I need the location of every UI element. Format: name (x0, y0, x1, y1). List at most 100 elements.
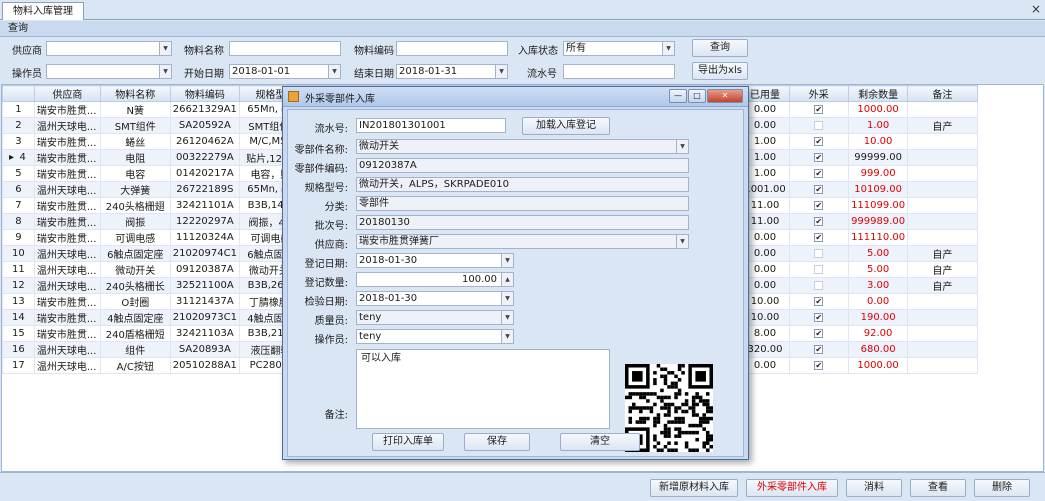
spec-label: 规格型号: (304, 183, 348, 194)
checkbox[interactable]: ✔ (814, 121, 824, 130)
column-header[interactable]: 供应商 (33, 85, 101, 102)
column-header[interactable]: 物料名称 (99, 85, 171, 102)
note-textarea[interactable]: 可以入库 (356, 349, 610, 429)
maximize-icon[interactable]: □ (688, 89, 706, 103)
checkbox[interactable]: ✔ (814, 217, 824, 226)
serial-field[interactable]: IN201801301001 (356, 118, 506, 133)
material-code-input[interactable] (396, 41, 508, 56)
external-checkbox-cell[interactable]: ✔ (788, 213, 850, 230)
clear-button[interactable]: 清空 (560, 433, 640, 451)
chevron-down-icon[interactable]: ▼ (676, 235, 688, 248)
part-name-select[interactable]: 微动开关 ▼ (356, 139, 689, 154)
external-checkbox-cell[interactable]: ✔ (788, 149, 850, 166)
view-button[interactable]: 查看 (910, 479, 966, 497)
delete-button[interactable]: 删除 (974, 479, 1030, 497)
new-raw-material-button[interactable]: 新增原材料入库 (650, 479, 738, 497)
checkbox[interactable]: ✔ (814, 233, 824, 242)
start-date-picker[interactable]: 2018-01-01 ▼ (229, 64, 341, 79)
cell-note (907, 133, 978, 150)
external-checkbox-cell[interactable]: ✔ (788, 101, 850, 118)
cell-note (907, 325, 978, 342)
checkbox[interactable]: ✔ (814, 201, 824, 210)
checkbox[interactable]: ✔ (814, 249, 824, 258)
dialog-titlebar[interactable]: 外采零部件入库 — □ ✕ (283, 87, 748, 107)
cell-remain: 3.00 (848, 277, 909, 294)
operator-label: 操作员: (314, 335, 348, 346)
cell-supplier: 瑞安市胜贯... (33, 213, 101, 230)
column-header[interactable] (2, 85, 35, 102)
operator-select[interactable]: ▼ (46, 64, 172, 79)
column-header[interactable]: 物料编码 (169, 85, 240, 102)
check-date-picker[interactable]: 2018-01-30 ▼ (356, 291, 514, 306)
column-header[interactable]: 外采 (788, 85, 850, 102)
supplier-select[interactable]: 瑞安市胜贯弹簧厂 ▼ (356, 234, 689, 249)
operator-select[interactable]: teny ▼ (356, 329, 514, 344)
external-checkbox-cell[interactable]: ✔ (788, 277, 850, 294)
chevron-down-icon[interactable]: ▼ (662, 42, 674, 55)
checkbox[interactable]: ✔ (814, 169, 824, 178)
chevron-down-icon[interactable]: ▼ (328, 65, 340, 78)
material-name-input[interactable] (229, 41, 341, 56)
reg-date-picker[interactable]: 2018-01-30 ▼ (356, 253, 514, 268)
external-checkbox-cell[interactable]: ✔ (788, 229, 850, 246)
chevron-down-icon[interactable]: ▼ (501, 330, 513, 343)
external-parts-inbound-button[interactable]: 外采零部件入库 (746, 479, 838, 497)
chevron-down-icon[interactable]: ▼ (495, 65, 507, 78)
checkbox[interactable]: ✔ (814, 313, 824, 322)
chevron-down-icon[interactable]: ▼ (159, 42, 171, 55)
external-checkbox-cell[interactable]: ✔ (788, 293, 850, 310)
serial-input[interactable] (563, 64, 675, 79)
status-select[interactable]: 所有 ▼ (563, 41, 675, 56)
spin-icon[interactable]: ▲ (501, 273, 513, 286)
checkbox[interactable]: ✔ (814, 297, 824, 306)
close-icon[interactable]: ✕ (707, 89, 743, 103)
reg-qty-stepper[interactable]: 100.00 ▲ (356, 272, 514, 287)
save-button[interactable]: 保存 (464, 433, 530, 451)
cell-no: 14 (2, 309, 35, 326)
end-date-picker[interactable]: 2018-01-31 ▼ (396, 64, 508, 79)
chevron-down-icon[interactable]: ▼ (501, 292, 513, 305)
external-checkbox-cell[interactable]: ✔ (788, 165, 850, 182)
cell-note (907, 149, 978, 166)
external-checkbox-cell[interactable]: ✔ (788, 245, 850, 262)
external-checkbox-cell[interactable]: ✔ (788, 133, 850, 150)
chevron-down-icon[interactable]: ▼ (676, 140, 688, 153)
column-header[interactable]: 剩余数量 (848, 85, 909, 102)
checkbox[interactable]: ✔ (814, 281, 824, 290)
cell-remain: 1.00 (848, 117, 909, 134)
chevron-down-icon[interactable]: ▼ (501, 311, 513, 324)
close-icon[interactable]: × (1031, 2, 1041, 16)
cell-no: 12 (2, 277, 35, 294)
external-checkbox-cell[interactable]: ✔ (788, 197, 850, 214)
external-checkbox-cell[interactable]: ✔ (788, 181, 850, 198)
cell-supplier: 瑞安市胜贯... (33, 293, 101, 310)
checkbox[interactable]: ✔ (814, 105, 824, 114)
checkbox[interactable]: ✔ (814, 153, 824, 162)
checkbox[interactable]: ✔ (814, 137, 824, 146)
minimize-icon[interactable]: — (669, 89, 687, 103)
load-registration-button[interactable]: 加载入库登记 (522, 117, 610, 135)
export-button[interactable]: 导出为xls (692, 62, 748, 80)
checkbox[interactable]: ✔ (814, 345, 824, 354)
supplier-select[interactable]: ▼ (46, 41, 172, 56)
cell-no: 3 (2, 133, 35, 150)
external-checkbox-cell[interactable]: ✔ (788, 357, 850, 374)
tab-material-inbound[interactable]: 物料入库管理 (2, 2, 84, 20)
external-checkbox-cell[interactable]: ✔ (788, 325, 850, 342)
checkbox[interactable]: ✔ (814, 329, 824, 338)
external-checkbox-cell[interactable]: ✔ (788, 261, 850, 278)
external-checkbox-cell[interactable]: ✔ (788, 309, 850, 326)
consume-button[interactable]: 消料 (846, 479, 902, 497)
external-checkbox-cell[interactable]: ✔ (788, 117, 850, 134)
external-checkbox-cell[interactable]: ✔ (788, 341, 850, 358)
chevron-down-icon[interactable]: ▼ (159, 65, 171, 78)
inspector-select[interactable]: teny ▼ (356, 310, 514, 325)
search-button[interactable]: 查询 (692, 39, 748, 57)
serial-label: 流水号 (527, 69, 557, 80)
column-header[interactable]: 备注 (907, 85, 978, 102)
print-button[interactable]: 打印入库单 (372, 433, 444, 451)
checkbox[interactable]: ✔ (814, 185, 824, 194)
chevron-down-icon[interactable]: ▼ (501, 254, 513, 267)
checkbox[interactable]: ✔ (814, 265, 824, 274)
checkbox[interactable]: ✔ (814, 361, 824, 370)
